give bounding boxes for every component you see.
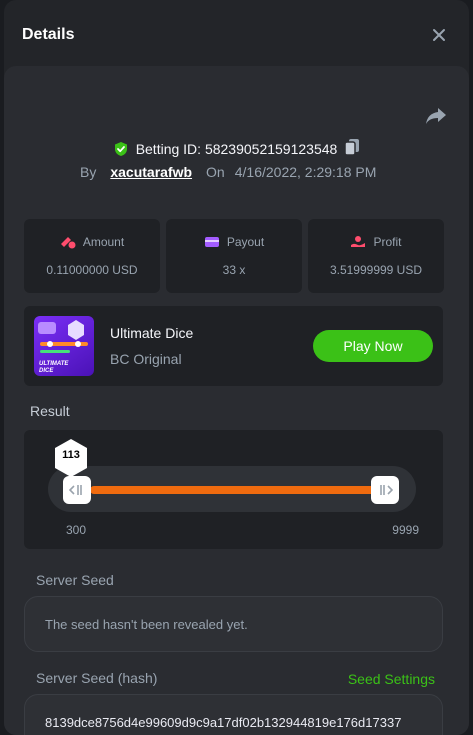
stat-value: 3.51999999 USD	[329, 263, 423, 277]
close-icon	[433, 29, 445, 41]
play-now-button[interactable]: Play Now	[313, 330, 433, 362]
stat-value: 0.11000000 USD	[46, 263, 138, 277]
share-icon	[426, 108, 446, 124]
betting-id-row: Betting ID: 58239052159123548	[4, 138, 469, 159]
server-seed-field: The seed hasn't been revealed yet.	[24, 596, 443, 652]
stat-label: Payout	[226, 235, 265, 249]
modal-header: Details	[4, 0, 469, 70]
result-value: 113	[62, 449, 80, 461]
details-modal: Details Betting ID: 58239052159123548 By…	[4, 0, 469, 735]
slider-right-handle[interactable]	[371, 476, 399, 504]
profit-icon	[351, 236, 366, 247]
bet-date: 4/16/2022, 2:29:18 PM	[234, 164, 377, 180]
game-info: Ultimate Dice BC Original	[110, 325, 313, 367]
stat-label: Amount	[82, 235, 125, 249]
by-label: By	[80, 164, 97, 180]
stat-amount: Amount 0.11000000 USD	[24, 219, 160, 293]
result-slider-fill	[90, 486, 380, 494]
stat-payout: Payout 33 x	[166, 219, 302, 293]
payout-icon	[204, 237, 219, 247]
game-thumbnail[interactable]: ULTIMATE DICE	[34, 316, 94, 376]
server-seed-hash-field[interactable]: 8139dce8756d4e99609d9c9a17df02b132944819…	[24, 694, 443, 735]
range-min-label: 300	[66, 523, 87, 537]
result-label: Result	[30, 403, 70, 419]
stat-profit: Profit 3.51999999 USD	[308, 219, 444, 293]
result-panel: 113 300 9999	[24, 430, 443, 549]
dice-game-art: ULTIMATE DICE	[38, 320, 88, 374]
game-provider: BC Original	[110, 351, 182, 367]
server-seed-label: Server Seed	[36, 572, 114, 588]
bet-stats: Amount 0.11000000 USD Payout 33 x Profit…	[24, 219, 444, 293]
seed-settings-link[interactable]: Seed Settings	[348, 671, 435, 687]
close-button[interactable]	[427, 23, 451, 47]
bet-author-row: By xacutarafwb On 4/16/2022, 2:29:18 PM	[80, 164, 376, 180]
svg-text:ULTIMATE: ULTIMATE	[39, 361, 69, 367]
stat-value: 33 x	[222, 263, 246, 277]
copy-button[interactable]	[344, 138, 360, 159]
drag-handle-icon	[69, 485, 82, 495]
result-slider-track	[48, 466, 416, 512]
svg-text:DICE: DICE	[39, 368, 54, 374]
drag-handle-icon	[380, 485, 393, 495]
betting-id: Betting ID: 58239052159123548	[135, 140, 338, 157]
copy-icon	[344, 139, 360, 156]
server-seed-hash-label: Server Seed (hash)	[36, 670, 158, 686]
stat-label: Profit	[373, 235, 402, 249]
game-name: Ultimate Dice	[110, 325, 194, 341]
slider-left-handle[interactable]	[63, 476, 91, 504]
game-card: ULTIMATE DICE Ultimate Dice BC Original …	[24, 306, 443, 386]
range-max-label: 9999	[392, 523, 419, 537]
on-label: On	[206, 164, 225, 180]
modal-title: Details	[22, 26, 75, 43]
share-button[interactable]	[425, 106, 447, 131]
amount-icon	[60, 237, 76, 249]
verified-shield-icon	[114, 141, 127, 156]
username-link[interactable]: xacutarafwb	[110, 164, 192, 180]
details-content: Betting ID: 58239052159123548 By xacutar…	[4, 66, 469, 735]
